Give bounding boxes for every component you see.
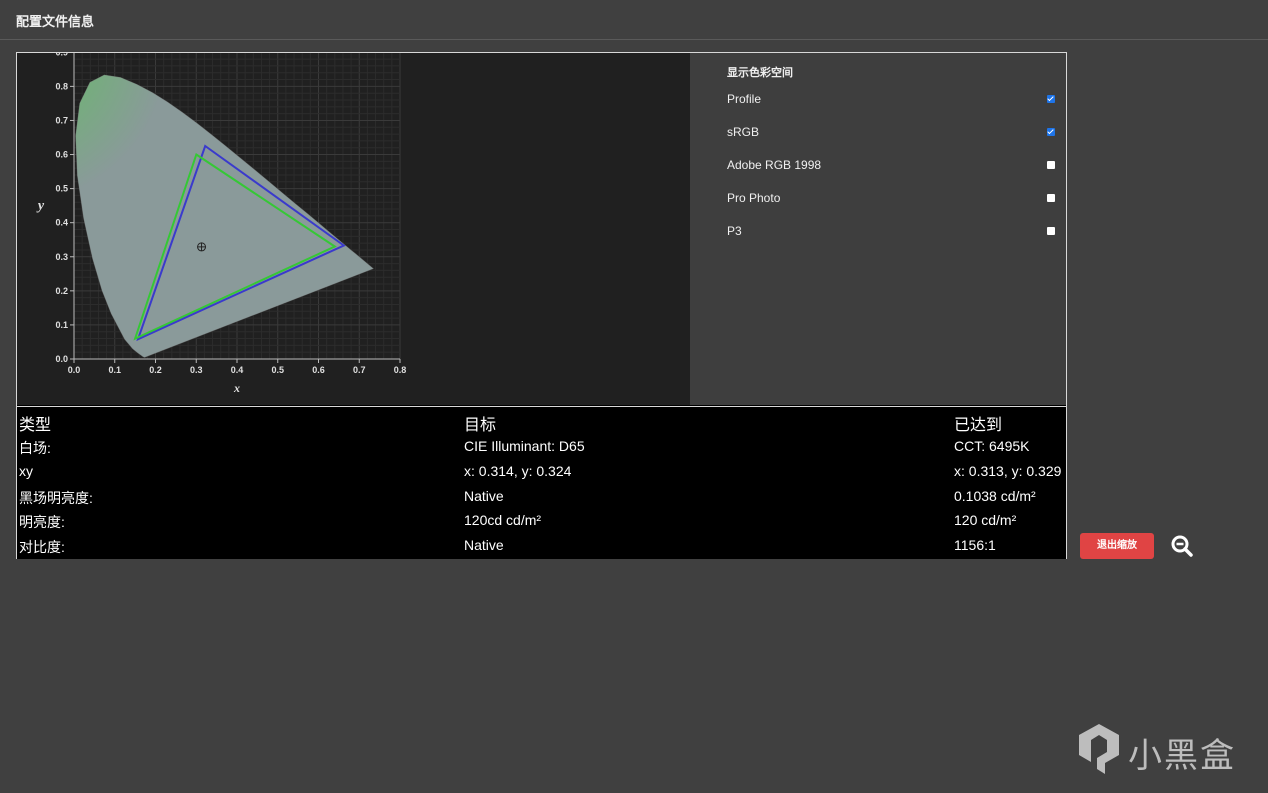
adobe-rgb-checkbox[interactable] (1047, 161, 1055, 169)
y-tick-label: 0.2 (55, 286, 68, 296)
watermark: 小黑盒 (1076, 722, 1236, 776)
cell-achieved: CCT: 6495K (954, 438, 1030, 454)
cell-target: x: 0.314, y: 0.324 (464, 463, 572, 479)
cell-type: 白场: (19, 440, 51, 456)
option-label: sRGB (727, 125, 760, 139)
cell-type: 对比度: (19, 539, 65, 555)
x-tick-label: 0.5 (271, 365, 284, 375)
cell-achieved: x: 0.313, y: 0.329 (954, 463, 1062, 479)
cell-achieved: 1156:1 (954, 537, 996, 553)
x-tick-label: 0.3 (190, 365, 203, 375)
table-row: 黑场明亮度: Native 0.1038 cd/m² (17, 484, 1066, 508)
chromaticity-chart: 0.0 0.1 0.2 0.3 0.4 0.5 0.6 0.7 0.8 0.0 0.1 0.2 0.3 0… (17, 53, 690, 405)
options-title: 显示色彩空间 (727, 67, 793, 79)
option-srgb[interactable]: sRGB (727, 123, 1057, 143)
table-row: 对比度: Native 1156:1 (17, 533, 1066, 557)
table-header-row: 类型 目标 已达到 (17, 409, 1066, 434)
cell-target: CIE Illuminant: D65 (464, 438, 585, 454)
p3-checkbox[interactable] (1047, 227, 1055, 235)
watermark-text: 小黑盒 (1128, 737, 1236, 775)
y-tick-label: 0.0 (55, 354, 68, 364)
pro-photo-checkbox[interactable] (1047, 194, 1055, 202)
y-tick-label: 0.6 (55, 150, 68, 160)
y-tick-label: 0.9 (55, 53, 68, 57)
table-row: xy x: 0.314, y: 0.324 x: 0.313, y: 0.329 (17, 459, 1066, 483)
heybox-logo-icon (1079, 724, 1119, 774)
page-title: 配置文件信息 (16, 14, 95, 29)
y-tick-label: 0.3 (55, 252, 68, 262)
white-point-marker (197, 242, 207, 252)
option-adobe-rgb[interactable]: Adobe RGB 1998 (727, 156, 1057, 176)
x-tick-label: 0.8 (394, 365, 407, 375)
exit-zoom-button[interactable]: 退出缩放 (1080, 533, 1154, 559)
zoom-out-icon[interactable] (1170, 534, 1194, 558)
profile-table: 类型 目标 已达到 白场: CIE Illuminant: D65 CCT: 6… (17, 406, 1066, 559)
x-tick-label: 0.0 (68, 365, 81, 375)
cell-target: 120cd cd/m² (464, 512, 542, 528)
option-label: Profile (727, 92, 762, 106)
srgb-checkbox[interactable] (1047, 128, 1055, 136)
page-header: 配置文件信息 (0, 0, 1268, 40)
profile-checkbox[interactable] (1047, 95, 1055, 103)
x-tick-label: 0.6 (312, 365, 325, 375)
header-achieved: 已达到 (954, 417, 1003, 434)
cell-achieved: 120 cd/m² (954, 512, 1017, 528)
cell-target: Native (464, 537, 504, 553)
cie-diagram: 0.0 0.1 0.2 0.3 0.4 0.5 0.6 0.7 0.8 0.0 0.1 0.2 0.3 0… (36, 53, 407, 395)
table-row: 明亮度: 120cd cd/m² 120 cd/m² (17, 508, 1066, 532)
y-axis-label: y (36, 199, 45, 214)
option-p3[interactable]: P3 (727, 222, 1057, 242)
x-tick-label: 0.2 (149, 365, 162, 375)
y-tick-label: 0.1 (55, 320, 68, 330)
cell-type: 黑场明亮度: (19, 490, 93, 506)
option-label: Pro Photo (727, 191, 781, 205)
cell-type: xy (19, 463, 33, 479)
y-tick-label: 0.8 (55, 81, 68, 91)
option-label: P3 (727, 224, 742, 238)
y-tick-label: 0.5 (55, 184, 68, 194)
option-pro-photo[interactable]: Pro Photo (727, 189, 1057, 209)
x-tick-label: 0.4 (231, 365, 244, 375)
cell-target: Native (464, 488, 504, 504)
x-tick-label: 0.7 (353, 365, 366, 375)
color-space-options: 显示色彩空间 Profile sRGB Adobe RGB 1998 Pro P… (690, 53, 1066, 405)
cell-type: 明亮度: (19, 514, 65, 530)
x-axis-label: x (233, 381, 240, 395)
profile-info-panel: 0.0 0.1 0.2 0.3 0.4 0.5 0.6 0.7 0.8 0.0 0.1 0.2 0.3 0… (16, 52, 1067, 559)
y-tick-label: 0.4 (55, 218, 68, 228)
option-profile[interactable]: Profile (727, 90, 1057, 110)
y-tick-label: 0.7 (55, 115, 68, 125)
x-tick-label: 0.1 (108, 365, 121, 375)
cell-achieved: 0.1038 cd/m² (954, 488, 1036, 504)
header-type: 类型 (19, 417, 52, 434)
table-row: 白场: CIE Illuminant: D65 CCT: 6495K (17, 434, 1066, 458)
option-label: Adobe RGB 1998 (727, 158, 822, 172)
header-target: 目标 (464, 417, 497, 434)
